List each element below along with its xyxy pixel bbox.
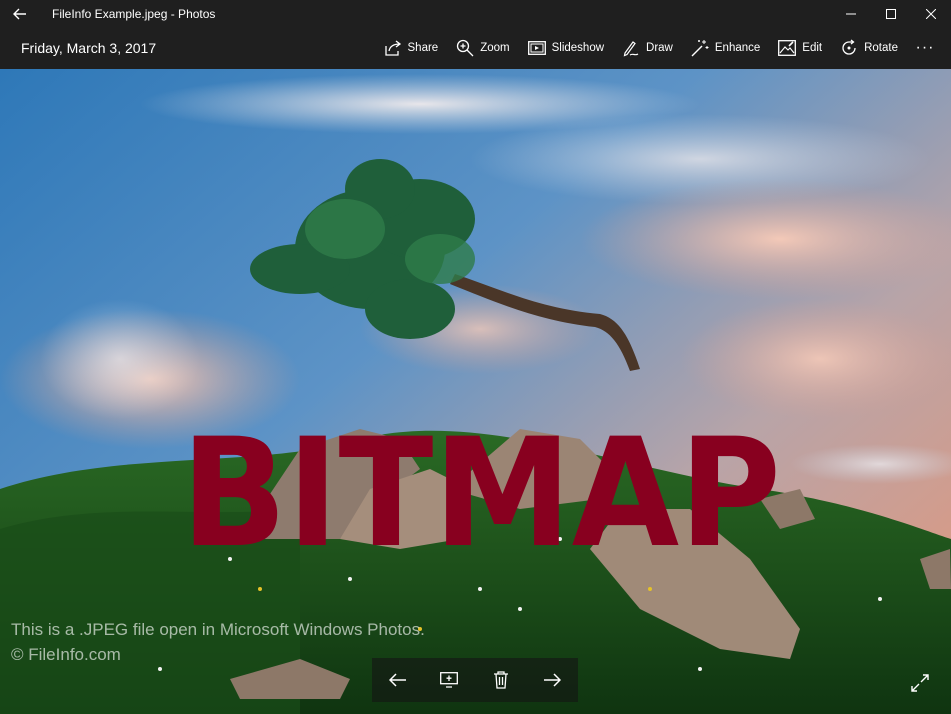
photo-toolbar: Friday, March 3, 2017 Share Zoom Slidesh… xyxy=(0,27,951,69)
window-title: FileInfo Example.jpeg - Photos xyxy=(52,6,216,21)
fullscreen-icon xyxy=(911,674,929,692)
fullscreen-button[interactable] xyxy=(902,667,938,699)
minimize-button[interactable] xyxy=(831,0,871,27)
toolbar-actions: Share Zoom Slideshow Draw Enhance Edit R… xyxy=(375,27,943,69)
enhance-icon xyxy=(691,40,709,57)
draw-button[interactable]: Draw xyxy=(613,27,682,69)
previous-button[interactable] xyxy=(378,660,418,700)
bitmap-overlay-text: BITMAP xyxy=(181,407,781,557)
bottom-navigation xyxy=(372,658,578,702)
minimize-icon xyxy=(846,13,856,14)
rotate-label: Rotate xyxy=(864,42,898,54)
close-icon xyxy=(926,8,936,19)
zoom-button[interactable]: Zoom xyxy=(447,27,518,69)
enhance-label: Enhance xyxy=(714,42,761,54)
photo-date: Friday, March 3, 2017 xyxy=(21,40,157,56)
share-label: Share xyxy=(407,42,439,54)
draw-icon xyxy=(623,41,639,57)
edit-icon xyxy=(778,40,797,56)
slideshow-label: Slideshow xyxy=(551,42,605,54)
next-button[interactable] xyxy=(532,660,572,700)
share-button[interactable]: Share xyxy=(375,27,448,69)
edit-button[interactable]: Edit xyxy=(769,27,831,69)
more-options-button[interactable]: ··· xyxy=(907,27,943,69)
photo-image xyxy=(0,69,951,714)
delete-icon xyxy=(493,671,508,689)
back-button[interactable] xyxy=(0,0,40,27)
maximize-icon xyxy=(886,8,896,19)
window-controls xyxy=(831,0,951,27)
delete-button[interactable] xyxy=(481,660,521,700)
zoom-icon xyxy=(457,39,474,57)
share-icon xyxy=(384,40,401,56)
maximize-button[interactable] xyxy=(871,0,911,27)
slideshow-button[interactable]: Slideshow xyxy=(519,27,613,69)
edit-label: Edit xyxy=(802,42,823,54)
enhance-button[interactable]: Enhance xyxy=(682,27,769,69)
draw-label: Draw xyxy=(646,42,673,54)
caption-line-2: © FileInfo.com xyxy=(11,645,121,664)
add-to-album-icon xyxy=(440,672,459,688)
photo-viewer[interactable]: BITMAP This is a .JPEG file open in Micr… xyxy=(0,69,951,714)
bitmap-text: BITMAP xyxy=(181,407,781,557)
zoom-label: Zoom xyxy=(480,42,510,54)
back-arrow-icon xyxy=(13,8,26,19)
title-bar: FileInfo Example.jpeg - Photos xyxy=(0,0,951,27)
rotate-button[interactable]: Rotate xyxy=(831,27,907,69)
arrow-right-icon xyxy=(544,673,562,687)
close-button[interactable] xyxy=(911,0,951,27)
arrow-left-icon xyxy=(388,673,406,687)
caption-line-1: This is a .JPEG file open in Microsoft W… xyxy=(11,620,425,639)
add-to-album-button[interactable] xyxy=(429,660,469,700)
slideshow-icon xyxy=(527,41,546,55)
rotate-icon xyxy=(842,39,856,55)
